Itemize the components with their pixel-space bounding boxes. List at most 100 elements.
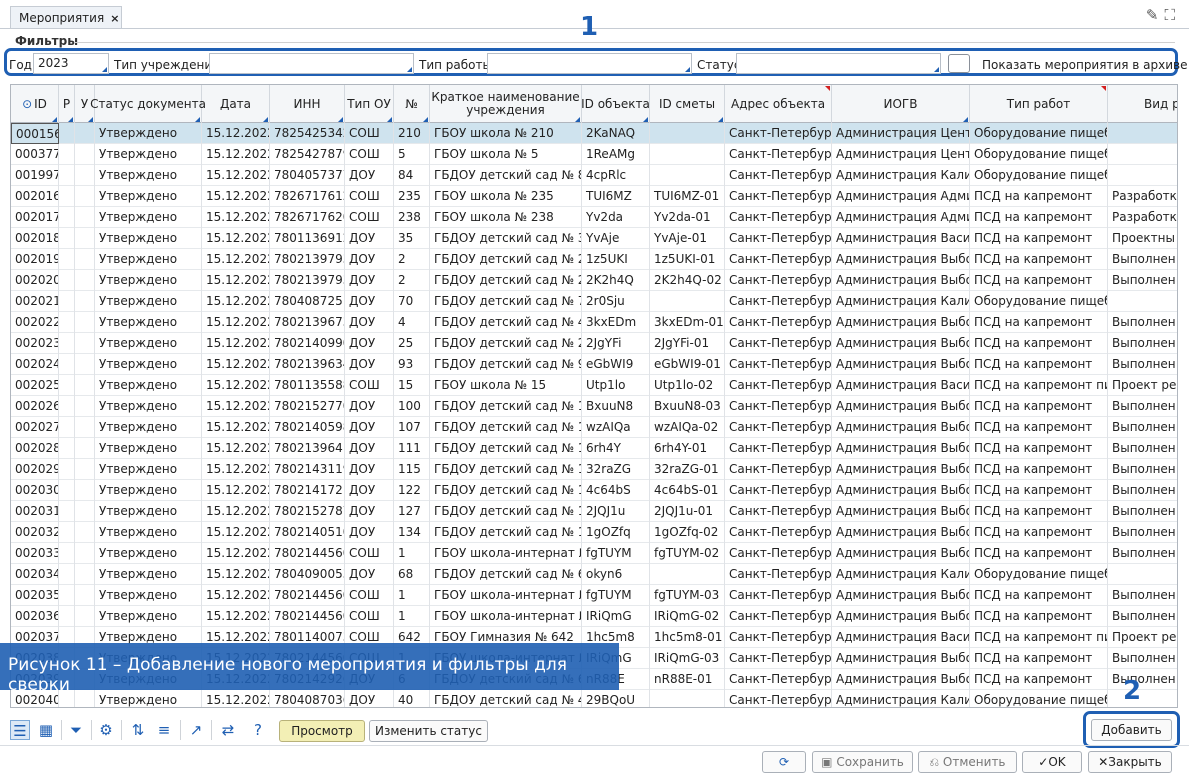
cell-r[interactable] [59,459,75,480]
cell-ou-type[interactable]: ДОУ [345,249,394,270]
cell-iogv[interactable]: Администрация Выборг [832,270,970,291]
cell-date[interactable]: 15.12.2022 [202,354,270,375]
cell-iogv[interactable]: Администрация Выборг [832,438,970,459]
cell-short-name[interactable]: ГБДОУ детский сад № 70 [430,291,582,312]
swap-icon[interactable]: ⇄ [218,720,238,740]
change-status-button[interactable]: Изменить статус [369,720,488,742]
view-button[interactable]: Просмотр [279,720,365,742]
cell-work-type[interactable]: Оборудование пищебло [970,564,1108,585]
table-row[interactable]: 000156 Утверждено 15.12.2022 7825425342 СОШ 2… [11,123,1177,144]
cell-inn[interactable]: 7802140598 [270,417,345,438]
cell-u[interactable] [75,207,95,228]
cell-estimate-id[interactable]: IRiQmG-03 [650,648,725,669]
cell-work-kind[interactable]: Выполнен [1108,438,1177,459]
cell-u[interactable] [75,585,95,606]
table-row[interactable]: 002030 Утверждено 15.12.2022 7802141721 ДОУ 1… [11,480,1177,501]
cell-u[interactable] [75,606,95,627]
cell-object-id[interactable]: eGbWI9 [582,354,650,375]
cell-object-address[interactable]: Санкт-Петербург, п [725,501,832,522]
cell-short-name[interactable]: ГБДОУ детский сад № 35 [430,228,582,249]
cell-object-id[interactable]: wzAIQa [582,417,650,438]
col-short-name[interactable]: Краткое наименование учреждения [430,85,582,123]
cell-short-name[interactable]: ГБДОУ детский сад № 4 [430,312,582,333]
cell-short-name[interactable]: ГБДОУ детский сад № 127 [430,501,582,522]
cell-estimate-id[interactable]: 1gOZfq-02 [650,522,725,543]
cancel-button[interactable]: ⎌ Отменить [918,751,1017,773]
institution-type-select[interactable] [209,53,414,74]
cell-object-address[interactable]: Санкт-Петербург, у [725,375,832,396]
cell-object-address[interactable]: Санкт-Петербург, п [725,354,832,375]
cell-object-address[interactable]: Санкт-Петербург, Н [725,123,832,144]
list-view-icon[interactable]: ☰ [10,720,30,740]
cell-short-name[interactable]: ГБДОУ детский сад № 40 [430,690,582,707]
cell-work-type[interactable]: ПСД на капремонт [970,312,1108,333]
cell-id[interactable]: 002033 [11,543,59,564]
cell-estimate-id[interactable]: 32raZG-01 [650,459,725,480]
status-select[interactable] [736,53,941,74]
table-row[interactable]: 002025 Утверждено 15.12.2022 7801135588 СОШ 1… [11,375,1177,396]
cell-estimate-id[interactable]: fgTUYM-02 [650,543,725,564]
cell-doc-status[interactable]: Утверждено [95,417,202,438]
cell-inn[interactable]: 7802152770 [270,396,345,417]
cell-iogv[interactable]: Администрация Выборг [832,333,970,354]
cell-iogv[interactable]: Администрация Василео [832,228,970,249]
cell-work-type[interactable]: Оборудование пищебло [970,123,1108,144]
archive-checkbox[interactable] [948,54,970,73]
cell-r[interactable] [59,333,75,354]
cell-object-address[interactable]: Санкт-Петербург, Т [725,564,832,585]
cell-r[interactable] [59,123,75,144]
cell-number[interactable]: 40 [394,690,430,707]
cell-ou-type[interactable]: СОШ [345,144,394,165]
cell-id[interactable]: 002024 [11,354,59,375]
cell-inn[interactable]: 7825427879 [270,144,345,165]
cell-short-name[interactable]: ГБДОУ детский сад № 111 [430,438,582,459]
cell-inn[interactable]: 7802152787 [270,501,345,522]
cell-inn[interactable]: 7802139641 [270,438,345,459]
cell-work-type[interactable]: ПСД на капремонт [970,228,1108,249]
cell-number[interactable]: 1 [394,606,430,627]
cell-iogv[interactable]: Администрация Выборг [832,417,970,438]
cell-object-id[interactable]: 2KaNAQ [582,123,650,144]
cell-object-id[interactable]: 2r0Sju [582,291,650,312]
cell-inn[interactable]: 7801135588 [270,375,345,396]
cell-date[interactable]: 15.12.2022 [202,270,270,291]
settings-icon[interactable]: ⚙ [96,720,116,740]
cell-inn[interactable]: 7802141721 [270,480,345,501]
cell-date[interactable]: 15.12.2022 [202,417,270,438]
col-iogv[interactable]: ИОГВ [832,85,970,123]
cell-work-kind[interactable]: Выполнен [1108,480,1177,501]
cell-doc-status[interactable]: Утверждено [95,606,202,627]
cell-work-kind[interactable]: Разработк [1108,186,1177,207]
cell-number[interactable]: 2 [394,270,430,291]
cell-short-name[interactable]: ГБДОУ детский сад № 122 [430,480,582,501]
cell-number[interactable]: 84 [394,165,430,186]
cell-work-type[interactable]: ПСД на капремонт [970,186,1108,207]
col-id[interactable]: ⊙ ID [11,85,59,123]
cell-doc-status[interactable]: Утверждено [95,543,202,564]
cell-r[interactable] [59,186,75,207]
cell-work-type[interactable]: ПСД на капремонт [970,417,1108,438]
cell-iogv[interactable]: Администрация Василео [832,375,970,396]
cell-doc-status[interactable]: Утверждено [95,501,202,522]
cell-work-kind[interactable]: Выполнен [1108,459,1177,480]
year-select[interactable]: 2023 [33,53,109,74]
cell-object-id[interactable]: YvAje [582,228,650,249]
cell-estimate-id[interactable]: 4c64bS-01 [650,480,725,501]
table-row[interactable]: 002032 Утверждено 15.12.2022 7802140510 ДОУ 1… [11,522,1177,543]
cell-short-name[interactable]: ГБОУ школа № 235 [430,186,582,207]
cell-estimate-id[interactable]: 2K2h4Q-02 [650,270,725,291]
cell-short-name[interactable]: ГБДОУ детский сад № 2 [430,270,582,291]
cell-doc-status[interactable]: Утверждено [95,333,202,354]
cell-work-kind[interactable]: Выполнен [1108,606,1177,627]
cell-inn[interactable]: 7802139673 [270,312,345,333]
cell-id[interactable]: 002019 [11,249,59,270]
cell-number[interactable]: 4 [394,312,430,333]
cell-ou-type[interactable]: СОШ [345,606,394,627]
cell-ou-type[interactable]: СОШ [345,207,394,228]
cell-r[interactable] [59,585,75,606]
cell-doc-status[interactable]: Утверждено [95,123,202,144]
cell-work-type[interactable]: ПСД на капремонт [970,501,1108,522]
fullscreen-icon[interactable]: ⛶ [1164,6,1181,24]
cell-object-address[interactable]: Санкт-Петербург, С [725,438,832,459]
cell-iogv[interactable]: Администрация Василео [832,627,970,648]
